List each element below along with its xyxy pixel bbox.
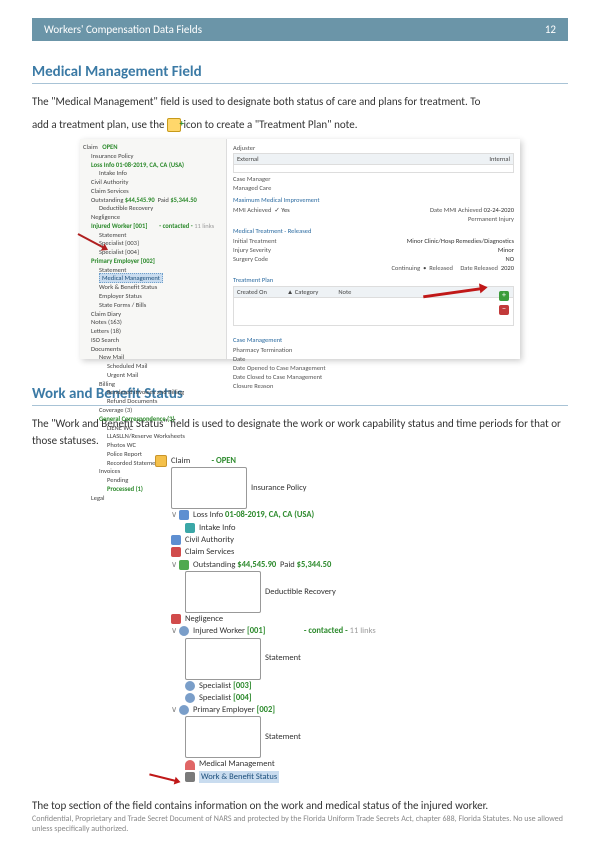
page-icon [171,467,247,509]
services-icon [171,547,181,557]
shield-icon [171,535,181,545]
person-icon [179,705,189,715]
tree-item-medical-management[interactable]: Medical Management [83,274,223,283]
tree-panel: Claim OPEN Insurance Policy Loss Info 01… [80,139,227,359]
treatment-plan-grid[interactable]: Created On ▲ Category Note + − [233,286,514,326]
section1-paragraph: The "Medical Management" field is used t… [32,94,568,111]
remove-treatment-plan-icon[interactable]: − [499,305,509,315]
wrench-icon [185,772,195,782]
document-header: Workers' Compensation Data Fields 12 [32,18,568,41]
info-icon [179,510,189,520]
section1-paragraph-2: add a treatment plan, use the icon to cr… [32,117,568,134]
header-title: Workers' Compensation Data Fields [44,23,202,36]
person-icon [185,681,195,691]
page-number: 12 [545,23,556,36]
closing-text: The top section of the field contains in… [32,799,568,812]
add-treatment-plan-icon[interactable]: + [499,291,509,301]
detail-panel: Adjuster External Internal Case Manager … [227,139,520,359]
page-icon [185,571,261,613]
page-icon [185,638,261,680]
person-icon [185,693,195,703]
heart-icon [185,760,195,770]
footer-confidential: Confidential, Proprietary and Trade Secr… [32,814,568,835]
section-heading-medical-management: Medical Management Field [32,63,568,84]
folder-icon [155,455,167,467]
money-icon [179,560,189,570]
screenshot-medical-management: Claim OPEN Insurance Policy Loss Info 01… [80,139,520,359]
intake-icon [185,523,195,533]
screenshot-work-benefit-tree: Claim - OPEN Insurance Policy ∨Loss Info… [155,455,445,783]
page-icon [185,716,261,758]
person-icon [179,626,189,636]
add-note-icon [167,118,181,132]
negligence-icon [171,614,181,624]
tree-item-work-benefit-status[interactable]: Work & Benefit Status [155,771,445,783]
